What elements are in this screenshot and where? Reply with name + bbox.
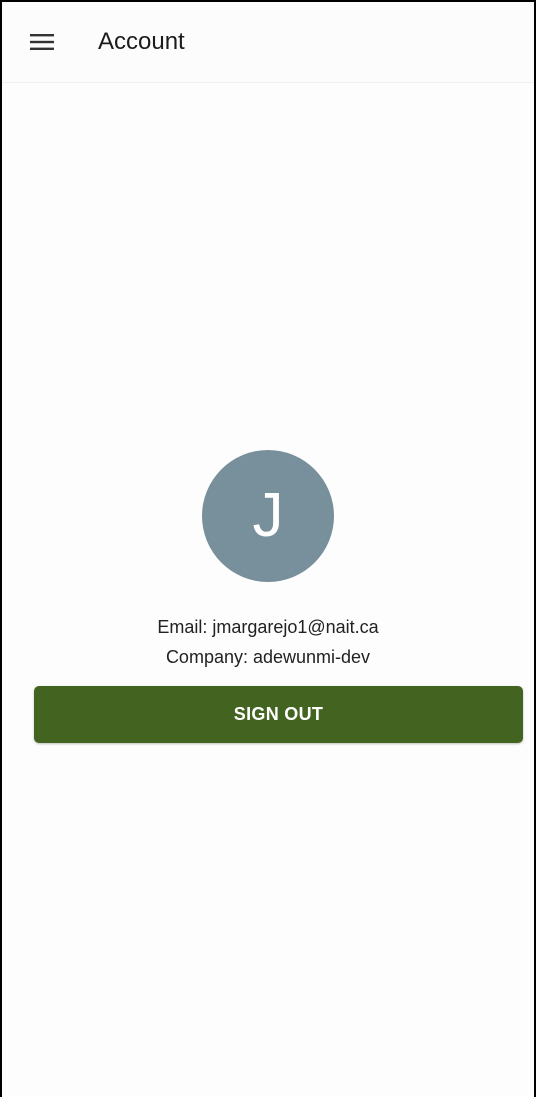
profile-section: J Email: jmargarejo1@nait.ca Company: ad…	[2, 450, 534, 672]
sign-out-button[interactable]: SIGN OUT	[34, 686, 523, 743]
app-bar: Account	[2, 2, 534, 83]
company-text: Company: adewunmi-dev	[165, 647, 371, 667]
avatar: J	[202, 450, 334, 582]
menu-button[interactable]	[2, 2, 82, 82]
page-title: Account	[98, 28, 185, 55]
hamburger-menu-icon	[30, 34, 54, 50]
account-screen: Account J Email: jmargarejo1@nait.ca Com…	[0, 0, 536, 1097]
email-text: Email: jmargarejo1@nait.ca	[157, 617, 379, 637]
avatar-initial: J	[252, 481, 284, 550]
